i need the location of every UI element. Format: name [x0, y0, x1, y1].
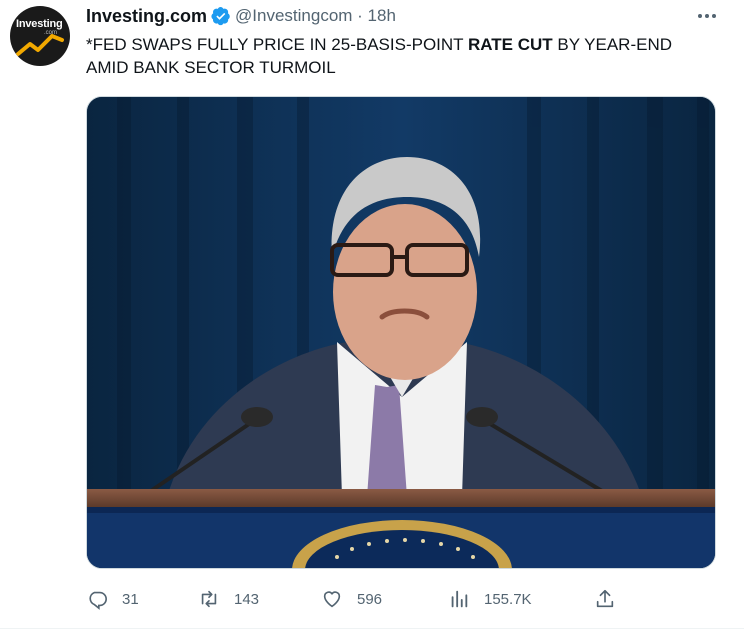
action-bar: 31 143 596 155.7K	[86, 584, 626, 614]
more-options-icon[interactable]	[694, 6, 720, 26]
views-button[interactable]: 155.7K	[448, 584, 532, 614]
retweet-icon	[201, 590, 217, 608]
verified-badge-icon[interactable]	[211, 6, 231, 26]
avatar[interactable]: Investing .com	[10, 6, 70, 66]
reply-icon	[89, 591, 107, 610]
share-button[interactable]	[594, 584, 616, 614]
reply-button[interactable]: 31	[86, 584, 139, 614]
retweet-count: 143	[234, 590, 260, 608]
reply-count: 31	[122, 590, 139, 608]
like-button[interactable]: 596	[321, 584, 382, 614]
tweet-text: *FED SWAPS FULLY PRICE IN 25-BASIS-POINT…	[86, 33, 726, 79]
views-count: 155.7K	[484, 590, 532, 608]
investing-logo-chart-icon	[16, 34, 64, 56]
tweet-text-bold: RATE CUT	[467, 35, 553, 54]
share-icon	[596, 589, 614, 608]
handle-and-time[interactable]: @Investingcom · 18h	[235, 6, 396, 26]
avatar-logo-text: Investing	[16, 18, 63, 30]
heart-icon	[323, 591, 341, 608]
display-name[interactable]: Investing.com	[86, 6, 207, 27]
tweet-header: Investing.com @Investingcom · 18h	[86, 4, 396, 28]
photo-illustration	[87, 97, 715, 568]
tweet[interactable]: Investing .com Investing.com @Investingc…	[0, 0, 744, 635]
avatar-logo-subtext: .com	[44, 30, 58, 36]
retweet-button[interactable]: 143	[198, 584, 259, 614]
like-count: 596	[357, 590, 383, 608]
views-icon	[451, 590, 468, 608]
tweet-photo[interactable]	[86, 96, 716, 569]
tweet-divider	[0, 628, 744, 629]
tweet-text-part: *FED SWAPS FULLY PRICE IN 25-BASIS-POINT	[86, 35, 468, 54]
